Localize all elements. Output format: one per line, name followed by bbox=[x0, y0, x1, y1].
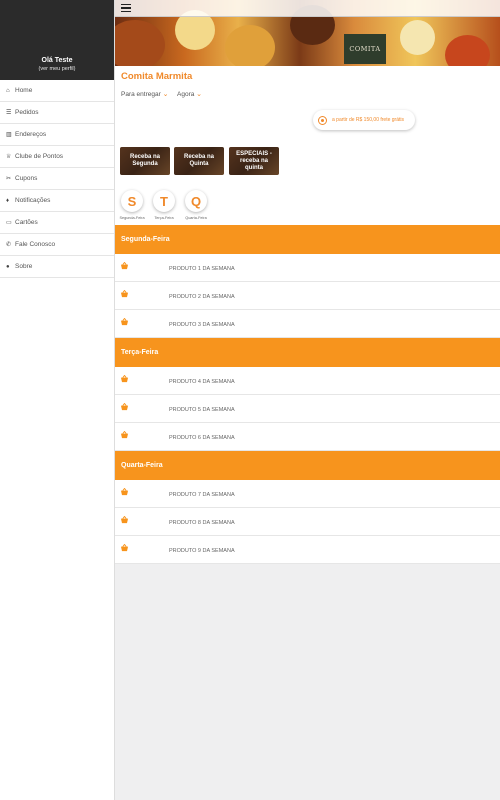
day-shortcut-terca[interactable]: T bbox=[153, 190, 175, 212]
sidebar-item-label: Clube de Pontos bbox=[15, 153, 64, 160]
app: Olá Teste (ver meu perfil) ⌂ Home ☰ Pedi… bbox=[0, 0, 500, 800]
product-name: PRODUTO 5 DA SEMANA bbox=[169, 407, 235, 413]
store-title: Comita Marmita bbox=[121, 71, 193, 82]
sidebar-item-sobre[interactable]: ● Sobre bbox=[0, 256, 114, 278]
ticket-icon: ✂ bbox=[6, 176, 12, 182]
basket-icon bbox=[120, 290, 129, 298]
list-icon: ☰ bbox=[6, 110, 12, 116]
product-name: PRODUTO 8 DA SEMANA bbox=[169, 520, 235, 526]
profile-link[interactable]: (ver meu perfil) bbox=[0, 65, 114, 73]
address-book-icon: ▥ bbox=[6, 132, 12, 138]
product-row[interactable]: PRODUTO 2 DA SEMANA bbox=[115, 282, 500, 310]
category-label: Receba na Quinta bbox=[183, 154, 214, 167]
category-label: Receba na Segunda bbox=[129, 154, 160, 167]
sidebar-item-cupons[interactable]: ✂ Cupons bbox=[0, 168, 114, 190]
free-shipping-badge[interactable]: a partir de R$ 150,00 frete grátis bbox=[313, 110, 415, 130]
banner-food bbox=[400, 20, 435, 55]
trophy-icon: ♕ bbox=[6, 154, 12, 160]
category-card-especiais[interactable]: ESPECIAIS - receba na quinta bbox=[229, 147, 279, 175]
top-bar bbox=[115, 0, 500, 17]
main-content: COMITA Comita Marmita Para entregar ⌄ Ag… bbox=[115, 0, 500, 800]
basket-icon bbox=[120, 403, 129, 411]
product-name: PRODUTO 2 DA SEMANA bbox=[169, 294, 235, 300]
bell-icon: ♦ bbox=[6, 197, 10, 204]
banner-food bbox=[225, 25, 275, 66]
profile-header[interactable]: Olá Teste (ver meu perfil) bbox=[0, 0, 114, 80]
section-header: Terça-Feira bbox=[115, 338, 500, 367]
category-card-segunda[interactable]: Receba na Segunda bbox=[120, 147, 170, 175]
product-row[interactable]: PRODUTO 9 DA SEMANA bbox=[115, 536, 500, 564]
day-caption: Segunda-Feira bbox=[119, 216, 145, 220]
category-card-quinta[interactable]: Receba na Quinta bbox=[174, 147, 224, 175]
menu-icon[interactable] bbox=[121, 4, 131, 13]
delivery-mode-select[interactable]: Para entregar ⌄ bbox=[121, 90, 168, 98]
store-logo: COMITA bbox=[344, 34, 386, 64]
product-name: PRODUTO 9 DA SEMANA bbox=[169, 548, 235, 554]
basket-icon bbox=[120, 431, 129, 439]
product-name: PRODUTO 3 DA SEMANA bbox=[169, 322, 235, 328]
home-icon: ⌂ bbox=[6, 87, 10, 94]
sidebar: Olá Teste (ver meu perfil) ⌂ Home ☰ Pedi… bbox=[0, 0, 115, 800]
product-name: PRODUTO 7 DA SEMANA bbox=[169, 492, 235, 498]
day-shortcut-quarta[interactable]: Q bbox=[185, 190, 207, 212]
banner-food bbox=[445, 35, 490, 66]
basket-icon bbox=[120, 516, 129, 524]
free-shipping-text: a partir de R$ 150,00 frete grátis bbox=[332, 117, 404, 123]
empty-area bbox=[115, 564, 500, 800]
delivery-mode-label: Para entregar bbox=[121, 91, 161, 98]
section-header: Segunda-Feira bbox=[115, 225, 500, 254]
basket-icon bbox=[120, 262, 129, 270]
info-icon: ● bbox=[6, 263, 10, 270]
banner-food bbox=[115, 20, 165, 66]
day-caption: Terça-Feira bbox=[154, 216, 174, 220]
banner-image: COMITA bbox=[115, 0, 500, 66]
section-header: Quarta-Feira bbox=[115, 451, 500, 480]
basket-icon bbox=[120, 318, 129, 326]
product-name: PRODUTO 4 DA SEMANA bbox=[169, 379, 235, 385]
sidebar-item-home[interactable]: ⌂ Home bbox=[0, 80, 114, 102]
profile-name: Olá Teste bbox=[41, 57, 73, 64]
product-row[interactable]: PRODUTO 6 DA SEMANA bbox=[115, 423, 500, 451]
chevron-down-icon: ⌄ bbox=[162, 91, 169, 98]
basket-icon bbox=[120, 375, 129, 383]
delivery-time-label: Agora bbox=[177, 91, 195, 98]
sidebar-item-label: Pedidos bbox=[15, 109, 39, 116]
basket-icon bbox=[120, 488, 129, 496]
sidebar-item-cartoes[interactable]: ▭ Cartões bbox=[0, 212, 114, 234]
product-row[interactable]: PRODUTO 7 DA SEMANA bbox=[115, 480, 500, 508]
product-row[interactable]: PRODUTO 5 DA SEMANA bbox=[115, 395, 500, 423]
product-row[interactable]: PRODUTO 8 DA SEMANA bbox=[115, 508, 500, 536]
sidebar-item-pedidos[interactable]: ☰ Pedidos bbox=[0, 102, 114, 124]
chat-icon: ✆ bbox=[6, 242, 12, 248]
sidebar-item-label: Notificações bbox=[15, 197, 51, 204]
basket-icon bbox=[120, 544, 129, 552]
chevron-down-icon: ⌄ bbox=[196, 91, 203, 98]
product-row[interactable]: PRODUTO 1 DA SEMANA bbox=[115, 254, 500, 282]
day-shortcut-segunda[interactable]: S bbox=[121, 190, 143, 212]
product-row[interactable]: PRODUTO 4 DA SEMANA bbox=[115, 367, 500, 395]
product-name: PRODUTO 6 DA SEMANA bbox=[169, 435, 235, 441]
sidebar-item-label: Cartões bbox=[15, 219, 38, 226]
sidebar-item-label: Endereços bbox=[15, 131, 47, 138]
product-row[interactable]: PRODUTO 3 DA SEMANA bbox=[115, 310, 500, 338]
day-caption: Quarta-Feira bbox=[185, 216, 207, 220]
product-name: PRODUTO 1 DA SEMANA bbox=[169, 266, 235, 272]
location-icon bbox=[318, 115, 327, 125]
sidebar-item-enderecos[interactable]: ▥ Endereços bbox=[0, 124, 114, 146]
credit-card-icon: ▭ bbox=[6, 220, 12, 226]
sidebar-item-label: Sobre bbox=[15, 263, 33, 270]
sidebar-item-clube-de-pontos[interactable]: ♕ Clube de Pontos bbox=[0, 146, 114, 168]
sidebar-item-fale-conosco[interactable]: ✆ Fale Conosco bbox=[0, 234, 114, 256]
category-label: ESPECIAIS - receba na quinta bbox=[236, 150, 272, 171]
sidebar-item-label: Home bbox=[15, 87, 33, 94]
sidebar-item-label: Cupons bbox=[15, 175, 38, 182]
delivery-time-select[interactable]: Agora ⌄ bbox=[177, 90, 202, 98]
sidebar-item-label: Fale Conosco bbox=[15, 241, 56, 248]
sidebar-item-notificacoes[interactable]: ♦ Notificações bbox=[0, 190, 114, 212]
